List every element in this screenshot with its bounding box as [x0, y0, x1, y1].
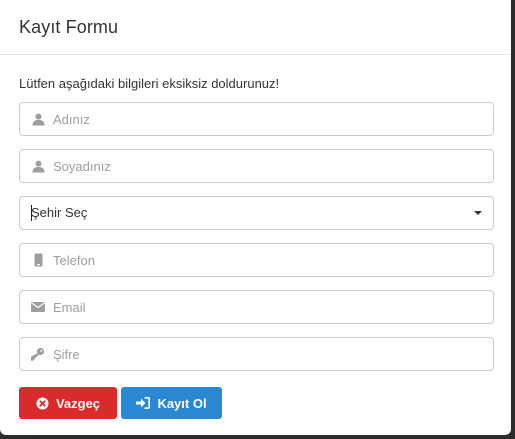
- first-name-input[interactable]: [53, 103, 483, 135]
- register-button-label: Kayıt Ol: [157, 395, 207, 411]
- modal-title: Kayıt Formu: [19, 17, 119, 37]
- first-name-field: [19, 102, 494, 136]
- cancel-button-label: Vazgeç: [55, 395, 101, 411]
- city-select-value: Şehir Seç: [31, 205, 88, 220]
- password-input[interactable]: [53, 338, 483, 370]
- form-instructions: Lütfen aşağıdaki bilgileri eksiksiz dold…: [19, 76, 280, 91]
- key-icon: [31, 347, 45, 361]
- modal-header: Kayıt Formu: [0, 0, 511, 55]
- modal-footer-buttons: Vazgeç Kayıt Ol: [19, 387, 222, 419]
- register-button[interactable]: Kayıt Ol: [121, 387, 222, 419]
- envelope-icon: [31, 300, 45, 314]
- email-field: [19, 290, 494, 324]
- last-name-field: [19, 149, 494, 183]
- modal-body: Lütfen aşağıdaki bilgileri eksiksiz dold…: [0, 55, 511, 371]
- sign-in-icon: [136, 397, 151, 409]
- phone-field: [19, 243, 494, 277]
- city-select[interactable]: Şehir Seç: [19, 196, 494, 230]
- user-icon: [31, 159, 45, 173]
- registration-modal: Kayıt Formu Lütfen aşağıdaki bilgileri e…: [0, 0, 511, 435]
- mobile-phone-icon: [31, 253, 45, 267]
- phone-input[interactable]: [53, 244, 483, 276]
- cancel-button[interactable]: Vazgeç: [19, 387, 117, 419]
- last-name-input[interactable]: [53, 150, 483, 182]
- password-field: [19, 337, 494, 371]
- caret-down-icon: [474, 211, 482, 215]
- email-input[interactable]: [53, 291, 483, 323]
- user-icon: [31, 112, 45, 126]
- times-circle-icon: [36, 397, 49, 410]
